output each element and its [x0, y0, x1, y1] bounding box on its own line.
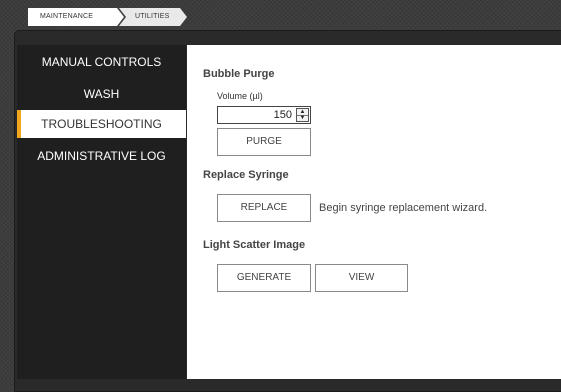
volume-label: Volume (µl) — [217, 91, 263, 101]
sidebar-item-administrative-log[interactable]: ADMINISTRATIVE LOG — [17, 142, 186, 170]
purge-button[interactable]: PURGE — [217, 128, 311, 156]
chevron-down-icon[interactable]: ▼ — [297, 115, 308, 121]
view-button[interactable]: VIEW — [315, 264, 408, 292]
volume-value[interactable]: 150 — [274, 107, 292, 123]
light-scatter-title: Light Scatter Image — [203, 239, 306, 251]
breadcrumb-maintenance[interactable]: MAINTENANCE — [28, 8, 124, 26]
replace-syringe-title: Replace Syringe — [203, 169, 289, 181]
content-panel: Bubble Purge Volume (µl) 150 ▲ ▼ PURGE R… — [187, 45, 561, 379]
volume-stepper[interactable]: 150 ▲ ▼ — [217, 106, 311, 124]
bubble-purge-title: Bubble Purge — [203, 68, 275, 80]
sidebar-item-manual-controls[interactable]: MANUAL CONTROLS — [17, 48, 186, 76]
generate-button[interactable]: GENERATE — [217, 264, 311, 292]
volume-spin-arrows[interactable]: ▲ ▼ — [296, 108, 309, 122]
breadcrumb-utilities[interactable]: UTILITIES — [119, 8, 187, 26]
sidebar-item-troubleshooting[interactable]: TROUBLESHOOTING — [17, 110, 186, 138]
replace-description: Begin syringe replacement wizard. — [319, 202, 488, 214]
replace-button[interactable]: REPLACE — [217, 194, 311, 222]
sidebar: MANUAL CONTROLS WASH TROUBLESHOOTING ADM… — [17, 45, 186, 379]
sidebar-item-wash[interactable]: WASH — [17, 80, 186, 108]
breadcrumb: MAINTENANCE UTILITIES — [0, 0, 561, 30]
